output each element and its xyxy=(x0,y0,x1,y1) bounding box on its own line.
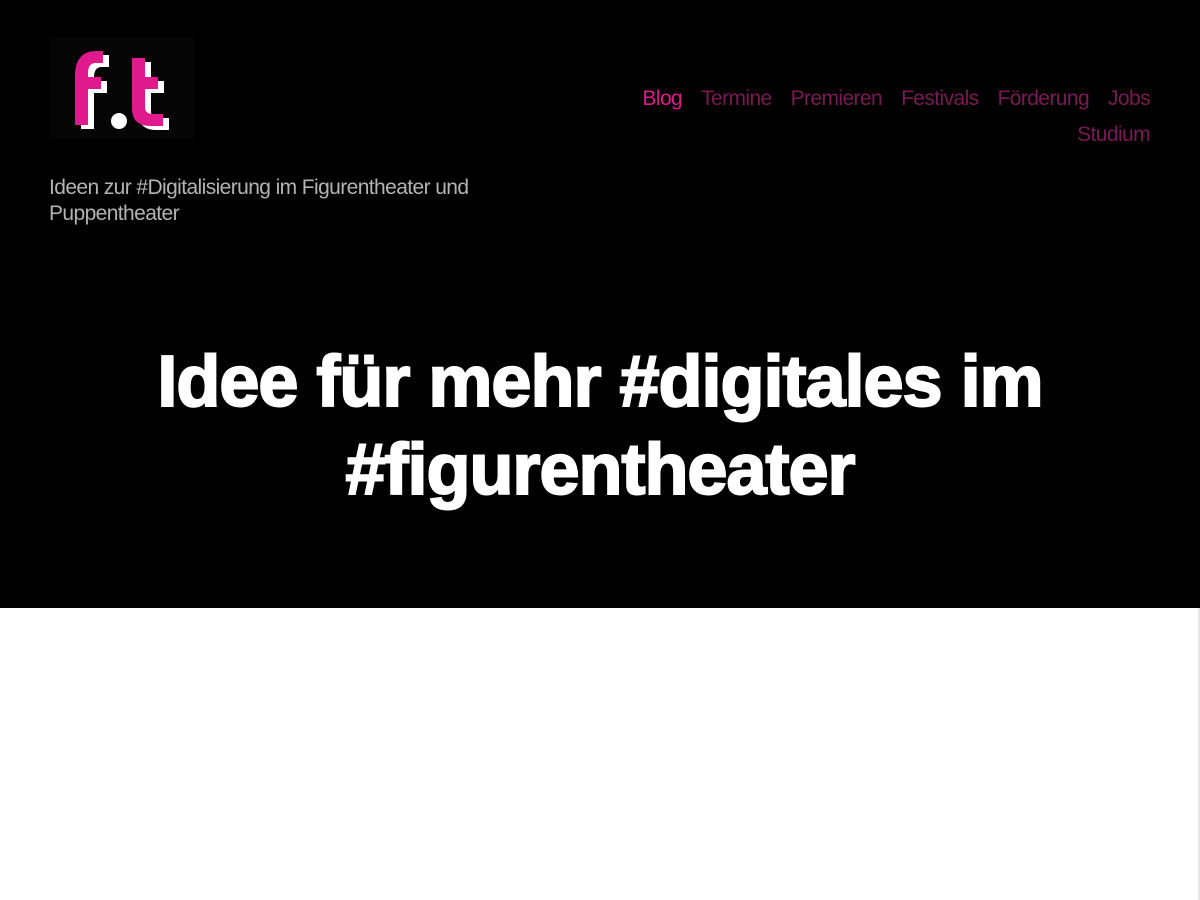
page-title: Idee für mehr #digitales im #figurenthea… xyxy=(156,341,1044,511)
nav-item-foerderung: Förderung xyxy=(998,86,1090,112)
nav-link-festivals[interactable]: Festivals xyxy=(901,86,979,112)
nav-link-studium[interactable]: Studium xyxy=(1077,122,1150,148)
main-menu: Blog Termine Premieren Festivals Förderu… xyxy=(630,86,1150,148)
article-content-area xyxy=(0,608,1200,900)
nav-item-festivals: Festivals xyxy=(901,86,979,112)
nav-item-jobs: Jobs xyxy=(1108,86,1151,112)
site-logo-link[interactable] xyxy=(50,38,195,138)
nav-item-premieren: Premieren xyxy=(791,86,883,112)
site-logo xyxy=(75,51,169,130)
nav-item-termine: Termine xyxy=(701,86,772,112)
site-tagline: Ideen zur #Digitalisierung im Figurenthe… xyxy=(49,176,469,225)
nav-link-blog[interactable]: Blog xyxy=(642,86,682,112)
site-header: Ideen zur #Digitalisierung im Figurenthe… xyxy=(0,0,1200,608)
nav-link-foerderung[interactable]: Förderung xyxy=(998,86,1090,112)
nav-item-blog: Blog xyxy=(642,86,682,112)
nav-link-termine[interactable]: Termine xyxy=(701,86,772,112)
nav-link-premieren[interactable]: Premieren xyxy=(791,86,883,112)
nav-link-jobs[interactable]: Jobs xyxy=(1108,86,1151,112)
nav-item-studium: Studium xyxy=(1077,122,1150,148)
